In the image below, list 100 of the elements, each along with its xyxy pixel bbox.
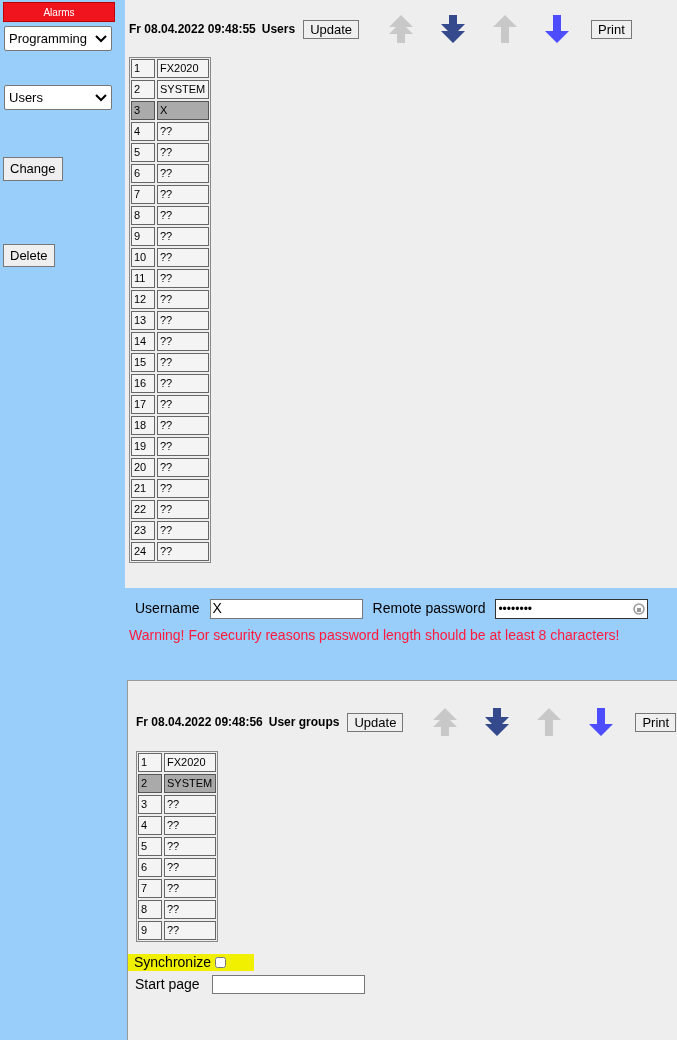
row-number: 6 <box>138 858 162 877</box>
double-down-arrow-icon[interactable] <box>439 13 468 45</box>
dropdown[interactable]: Programming <box>4 26 112 51</box>
row-name: ?? <box>157 248 209 267</box>
list-row[interactable]: 22 ?? <box>131 500 209 519</box>
print-button[interactable]: Print <box>635 712 677 732</box>
print-button[interactable]: Print <box>591 19 632 39</box>
row-name: ?? <box>164 858 216 877</box>
list-row[interactable]: 11 ?? <box>131 269 209 288</box>
row-number: 19 <box>131 437 155 456</box>
chevron-down-icon <box>95 93 107 102</box>
list-row[interactable]: 4 ?? <box>131 122 209 141</box>
row-number: 17 <box>131 395 155 414</box>
row-name: ?? <box>157 479 209 498</box>
row-number: 15 <box>131 353 155 372</box>
row-name: ?? <box>157 227 209 246</box>
row-number: 7 <box>138 879 162 898</box>
row-name: ?? <box>157 164 209 183</box>
row-name: ?? <box>157 206 209 225</box>
list-row[interactable]: 2 SYSTEM <box>138 774 216 793</box>
row-number: 22 <box>131 500 155 519</box>
list-row[interactable]: 14 ?? <box>131 332 209 351</box>
row-number: 18 <box>131 416 155 435</box>
list-row[interactable]: 24 ?? <box>131 542 209 561</box>
list-row[interactable]: 3 ?? <box>138 795 216 814</box>
row-name: ?? <box>157 311 209 330</box>
list-row[interactable]: 3 X <box>131 101 209 120</box>
start-page-field[interactable] <box>211 975 365 994</box>
list-row[interactable]: 8 ?? <box>138 900 216 919</box>
list-row[interactable]: 12 ?? <box>131 290 209 309</box>
row-number: 8 <box>131 206 155 225</box>
row-number: 1 <box>138 753 162 772</box>
down-arrow-icon[interactable] <box>543 13 572 45</box>
list-row[interactable]: 9 ?? <box>138 921 216 940</box>
row-number: 2 <box>131 80 155 99</box>
double-down-arrow-icon[interactable] <box>483 706 512 738</box>
row-name: ?? <box>164 795 216 814</box>
row-name: ?? <box>157 395 209 414</box>
row-number: 9 <box>131 227 155 246</box>
chevron-down-icon <box>95 34 107 43</box>
alarms-button[interactable]: Alarms <box>3 2 115 22</box>
row-number: 7 <box>131 185 155 204</box>
row-number: 20 <box>131 458 155 477</box>
update-button[interactable]: Update <box>303 19 360 39</box>
row-number: 4 <box>138 816 162 835</box>
list-row[interactable]: 1 FX2020 <box>138 753 216 772</box>
list-row[interactable]: 19 ?? <box>131 437 209 456</box>
synchronize-checkbox[interactable] <box>215 957 227 968</box>
panel-title: User groups <box>268 714 340 731</box>
down-arrow-icon[interactable] <box>587 706 616 738</box>
row-name: ?? <box>157 374 209 393</box>
list-row[interactable]: 9 ?? <box>131 227 209 246</box>
list-row[interactable]: 1 FX2020 <box>131 59 209 78</box>
row-name: ?? <box>157 269 209 288</box>
list-row[interactable]: 5 ?? <box>138 837 216 856</box>
password-field[interactable]: •••••••• <box>495 598 649 619</box>
list-row[interactable]: 17 ?? <box>131 395 209 414</box>
lock-icon <box>633 602 646 615</box>
list-row[interactable]: 16 ?? <box>131 374 209 393</box>
row-number: 21 <box>131 479 155 498</box>
list-row[interactable]: 4 ?? <box>138 816 216 835</box>
row-name: ?? <box>157 185 209 204</box>
list-row[interactable]: 15 ?? <box>131 353 209 372</box>
row-name: ?? <box>164 900 216 919</box>
row-name: ?? <box>164 879 216 898</box>
list-row[interactable]: 23 ?? <box>131 521 209 540</box>
list-row[interactable]: 2 SYSTEM <box>131 80 209 99</box>
list-row[interactable]: 18 ?? <box>131 416 209 435</box>
row-name: X <box>157 101 209 120</box>
row-name: SYSTEM <box>157 80 209 99</box>
row-name: ?? <box>157 437 209 456</box>
row-name: ?? <box>157 290 209 309</box>
delete-button[interactable]: Delete <box>3 243 55 267</box>
list-row[interactable]: 8 ?? <box>131 206 209 225</box>
row-name: ?? <box>157 353 209 372</box>
list-row[interactable]: 6 ?? <box>131 164 209 183</box>
row-name: ?? <box>164 837 216 856</box>
change-button[interactable]: Change <box>3 157 63 181</box>
row-name: ?? <box>157 500 209 519</box>
row-name: FX2020 <box>164 753 216 772</box>
row-name: ?? <box>164 816 216 835</box>
list-row[interactable]: 21 ?? <box>131 479 209 498</box>
dropdown[interactable]: Users <box>4 85 112 110</box>
list-row[interactable]: 7 ?? <box>131 185 209 204</box>
row-number: 6 <box>131 164 155 183</box>
row-number: 9 <box>138 921 162 940</box>
list-row[interactable]: 6 ?? <box>138 858 216 877</box>
timestamp: Fr 08.04.2022 09:48:55 <box>129 21 256 38</box>
list-row[interactable]: 13 ?? <box>131 311 209 330</box>
list-row[interactable]: 20 ?? <box>131 458 209 477</box>
update-button[interactable]: Update <box>347 712 404 732</box>
row-number: 10 <box>131 248 155 267</box>
row-number: 16 <box>131 374 155 393</box>
row-number: 8 <box>138 900 162 919</box>
list-row[interactable]: 7 ?? <box>138 879 216 898</box>
row-name: ?? <box>157 416 209 435</box>
list-row[interactable]: 10 ?? <box>131 248 209 267</box>
row-name: ?? <box>157 542 209 561</box>
list-row[interactable]: 5 ?? <box>131 143 209 162</box>
username-field[interactable]: X <box>209 598 363 619</box>
